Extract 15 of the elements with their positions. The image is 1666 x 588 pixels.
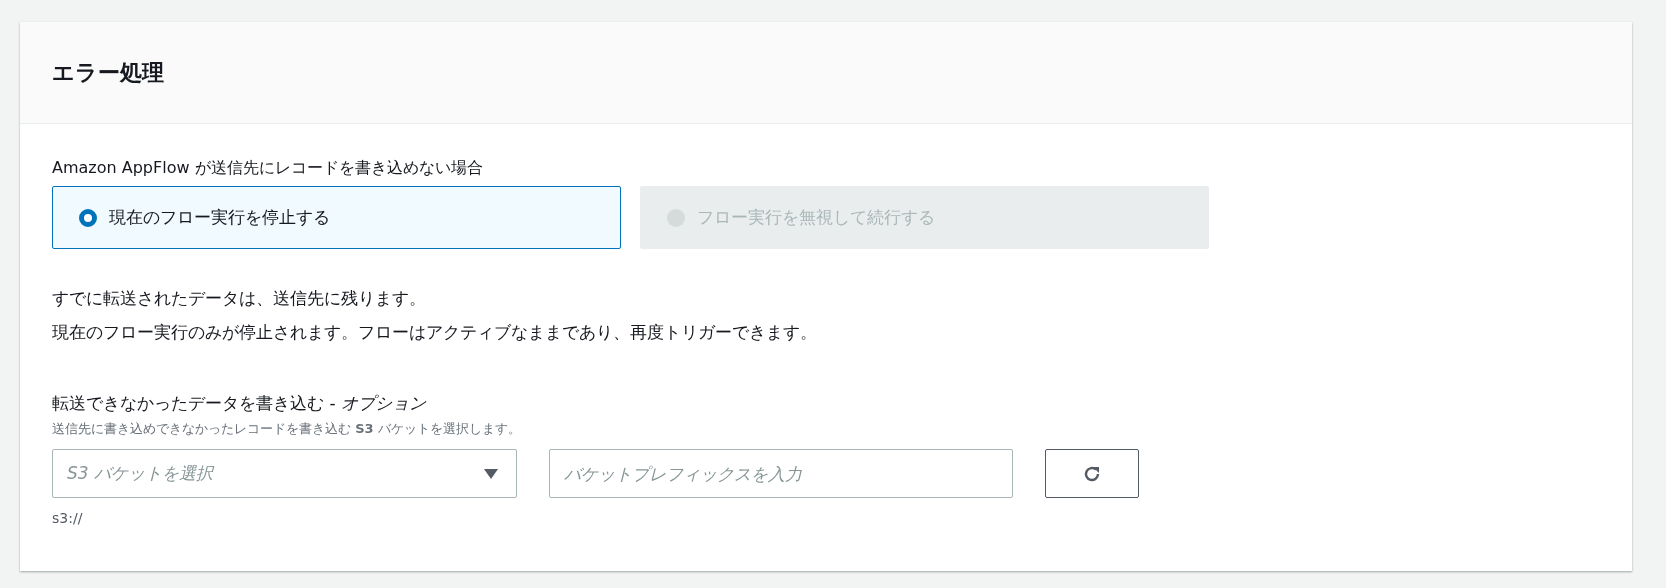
refresh-button[interactable] xyxy=(1045,449,1139,498)
panel-title: エラー処理 xyxy=(52,58,164,87)
field-hint: s3:// xyxy=(52,510,84,526)
radio-option[interactable]: 現在のフロー実行を停止する xyxy=(52,186,621,249)
info-text: すでに転送されたデータは、送信先に残ります。 xyxy=(52,287,427,310)
option-label: 現在のフロー実行を停止する xyxy=(109,206,330,229)
field-label: 転送できなかったデータを書き込む - オプション xyxy=(52,392,428,415)
prefix-input[interactable]: バケットプレフィックスを入力 xyxy=(549,449,1013,498)
radio-button[interactable] xyxy=(79,208,97,227)
caret-icon xyxy=(484,468,498,479)
bucket-select[interactable]: S3 バケットを選択 xyxy=(52,449,517,498)
info-text: 現在のフロー実行のみが停止されます。フローはアクティブなままであり、再度トリガーできます。 xyxy=(52,321,818,344)
field-label: Amazon AppFlow が送信先にレコードを書き込めない場合 xyxy=(52,157,484,179)
option-label: フロー実行を無視して続行する xyxy=(697,206,935,229)
field-description: 送信先に書き込めできなかったレコードを書き込む S3 バケットを選択します。 xyxy=(52,420,522,438)
